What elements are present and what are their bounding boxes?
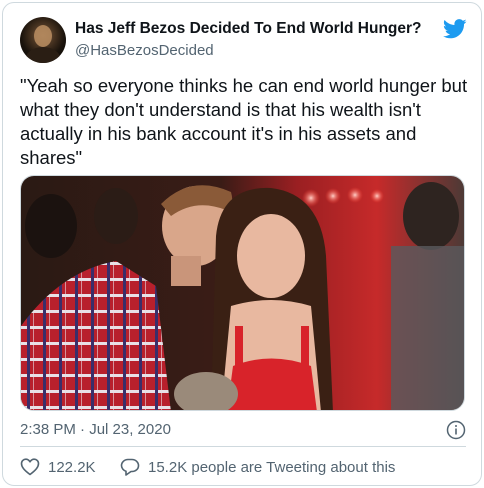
- tweet-actions: 122.2K 15.2K people are Tweeting about t…: [20, 456, 466, 478]
- display-name[interactable]: Has Jeff Bezos Decided To End World Hung…: [75, 20, 422, 38]
- avatar-face: [34, 25, 52, 47]
- tweet-card[interactable]: Has Jeff Bezos Decided To End World Hung…: [2, 2, 482, 486]
- photo-illustration: [21, 176, 464, 410]
- heart-icon: [20, 458, 40, 476]
- info-icon[interactable]: [446, 420, 466, 440]
- divider: [20, 446, 466, 447]
- reply-button[interactable]: 15.2K people are Tweeting about this: [120, 456, 395, 478]
- reply-label: 15.2K people are Tweeting about this: [148, 458, 396, 476]
- like-button[interactable]: 122.2K: [20, 456, 96, 478]
- tweet-photo[interactable]: [20, 175, 465, 411]
- like-count: 122.2K: [48, 458, 96, 476]
- user-handle[interactable]: @HasBezosDecided: [75, 42, 214, 59]
- tweet-text: "Yeah so everyone thinks he can end worl…: [20, 75, 468, 168]
- avatar[interactable]: [20, 17, 66, 63]
- avatar-shoulders: [26, 47, 60, 63]
- tweet-timestamp[interactable]: 2:38 PM · Jul 23, 2020: [20, 421, 171, 438]
- speech-bubble-icon: [120, 458, 140, 476]
- twitter-bird-icon[interactable]: [443, 19, 467, 39]
- tweet-meta: 2:38 PM · Jul 23, 2020: [20, 420, 466, 441]
